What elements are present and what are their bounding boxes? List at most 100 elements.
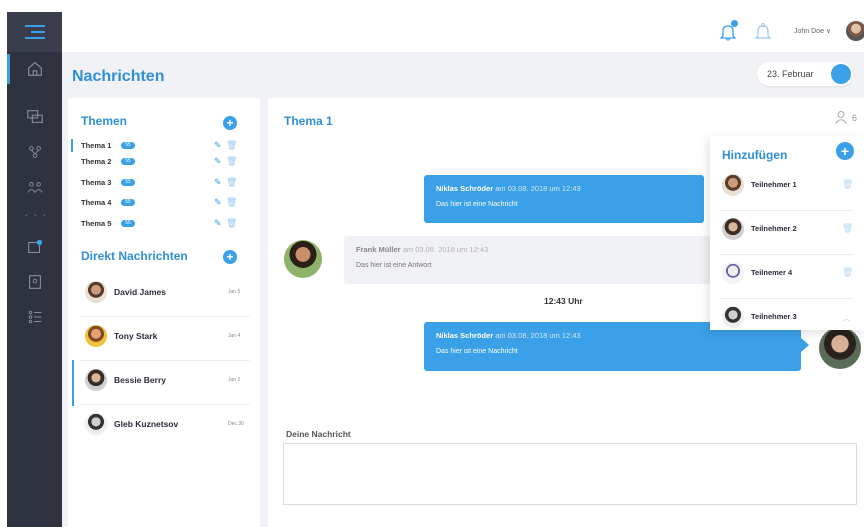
user-menu[interactable]: John Doe ∨ [794,27,831,35]
add-direct-message-button[interactable]: + [223,250,237,264]
participants-icon[interactable] [834,110,848,124]
conversation-list-panel: Themen + Thema 1 55 ✎ 🗑 Thema 2 55 ✎ 🗑 T… [68,98,260,527]
topic-item[interactable]: Thema 1 55 ✎ 🗑 [71,139,251,153]
add-participants-popover: Hinzufügen + Teilnehmer 1 🗑 Teilnehmer 2… [710,136,864,330]
rail-active-indicator [7,54,10,84]
topics-heading: Themen [81,114,128,128]
dm-name: David James [114,287,166,297]
rail-divider-dots: • • • [25,211,48,220]
topic-label: Thema 4 [81,198,112,207]
message-author: Niklas Schröder [436,331,494,340]
avatar [85,325,107,347]
topic-label: Thema 3 [81,178,112,187]
dm-name: Gleb Kuznetsov [114,419,179,429]
contact-card-icon [28,275,41,289]
trash-icon[interactable]: 🗑 [226,156,237,167]
pencil-icon[interactable]: ✎ [214,197,222,208]
dm-name: Tony Stark [114,331,158,341]
rail-item-contacts[interactable] [7,267,62,297]
topic-label: Thema 2 [81,157,112,166]
participant-count: 6 [852,113,858,123]
trash-icon[interactable]: 🗑 [842,179,853,190]
topic-label: Thema 5 [81,219,112,228]
topic-badge: 55 [121,220,135,227]
participant-name: Teilnehmer 3 [751,312,797,321]
message-input[interactable] [283,443,857,505]
rail-item-team[interactable] [7,172,62,202]
rail-item-messages[interactable] [7,102,62,132]
chevron-up-icon[interactable]: ︿ [842,311,851,324]
participant-item[interactable]: Teilnehmer 2 🗑 [710,211,864,255]
message-header: Niklas Schröder am 03.08. 2018 um 12:43 [436,331,581,340]
avatar [85,369,107,391]
chat-title: Thema 1 [284,114,333,128]
team-icon [26,182,43,194]
rail-item-notifications[interactable] [7,232,62,262]
message-author: Frank Müller [356,245,401,254]
network-icon [28,146,41,158]
topic-item[interactable]: Thema 2 55 ✎ 🗑 [81,155,251,169]
bell-outline-icon[interactable] [754,22,772,42]
menu-button[interactable] [7,12,62,52]
inbox-icon [27,239,42,253]
add-topic-button[interactable]: + [223,116,237,130]
popover-title: Hinzufügen [722,148,788,162]
topic-item[interactable]: Thema 5 55 ✎ 🗑 [81,217,251,231]
trash-icon[interactable]: 🗑 [226,140,237,151]
rail-item-home[interactable] [7,54,62,84]
pencil-icon[interactable]: ✎ [214,218,222,229]
chat-message-incoming: Frank Müller am 03.08. 2018 um 12:43 Das… [344,236,714,284]
trash-icon[interactable]: 🗑 [842,223,853,234]
trash-icon[interactable]: 🗑 [226,218,237,229]
page-title: Nachrichten [72,68,165,85]
message-text: Das hier ist eine Nachricht [436,348,518,355]
topic-badge: 55 [121,142,135,149]
message-text: Das hier ist eine Antwort [356,262,432,269]
message-text: Das hier ist eine Nachricht [436,201,518,208]
side-rail: • • • [7,12,62,527]
pencil-icon[interactable]: ✎ [214,177,222,188]
topic-item[interactable]: Thema 3 55 ✎ 🗑 [81,176,251,190]
participant-item[interactable]: Teilnehmer 1 🗑 [710,167,864,211]
trash-icon[interactable]: 🗑 [226,197,237,208]
pencil-icon[interactable]: ✎ [214,140,222,151]
date-picker[interactable]: 23. Februar [757,62,853,86]
add-participant-button[interactable]: + [836,142,854,160]
participant-item[interactable]: Teilnemer 4 🗑 [710,255,864,299]
user-avatar[interactable] [846,21,864,41]
avatar [722,218,744,240]
top-bar: John Doe ∨ [62,12,864,52]
rail-item-network[interactable] [7,137,62,167]
dm-list-item[interactable]: Bessie Berry Jan 2 [68,360,260,406]
hamburger-icon [24,25,45,39]
avatar [722,174,744,196]
topic-badge: 55 [121,199,135,206]
dm-list-item[interactable]: Gleb Kuznetsov Dec 30 [68,404,260,448]
participant-name: Teilnehmer 1 [751,180,797,189]
topic-item[interactable]: Thema 4 55 ✎ 🗑 [81,196,251,210]
message-meta: am 03.08. 2018 um 12:43 [495,184,581,193]
rail-item-list[interactable] [7,302,62,332]
time-divider: 12:43 Uhr [544,296,583,306]
date-label: 23. Februar [767,69,814,79]
trash-icon[interactable]: 🗑 [226,177,237,188]
participant-item[interactable]: Teilnehmer 3 ︿ [710,299,864,343]
pencil-icon[interactable]: ✎ [214,156,222,167]
topic-active-indicator [71,139,73,152]
topic-badge: 55 [121,158,135,165]
dm-list-item[interactable]: David James Jan 5 [68,272,260,317]
dm-active-indicator [72,360,74,406]
message-input-label: Deine Nachricht [286,429,351,439]
sender-avatar [284,240,322,278]
message-header: Frank Müller am 03.08. 2018 um 12:43 [356,245,488,254]
message-author: Niklas Schröder [436,184,494,193]
message-meta: am 03.08. 2018 um 12:43 [402,245,489,254]
message-meta: am 03.08. 2018 um 12:43 [495,331,581,340]
trash-icon[interactable]: 🗑 [842,267,853,278]
chat-message-outgoing: Niklas Schröder am 03.08. 2018 um 12:43 … [424,175,704,223]
dm-list-item[interactable]: Tony Stark Jan 4 [68,316,260,361]
list-icon [28,310,41,324]
home-icon [27,61,42,76]
calendar-button[interactable] [831,64,851,84]
notification-dot [731,20,738,27]
